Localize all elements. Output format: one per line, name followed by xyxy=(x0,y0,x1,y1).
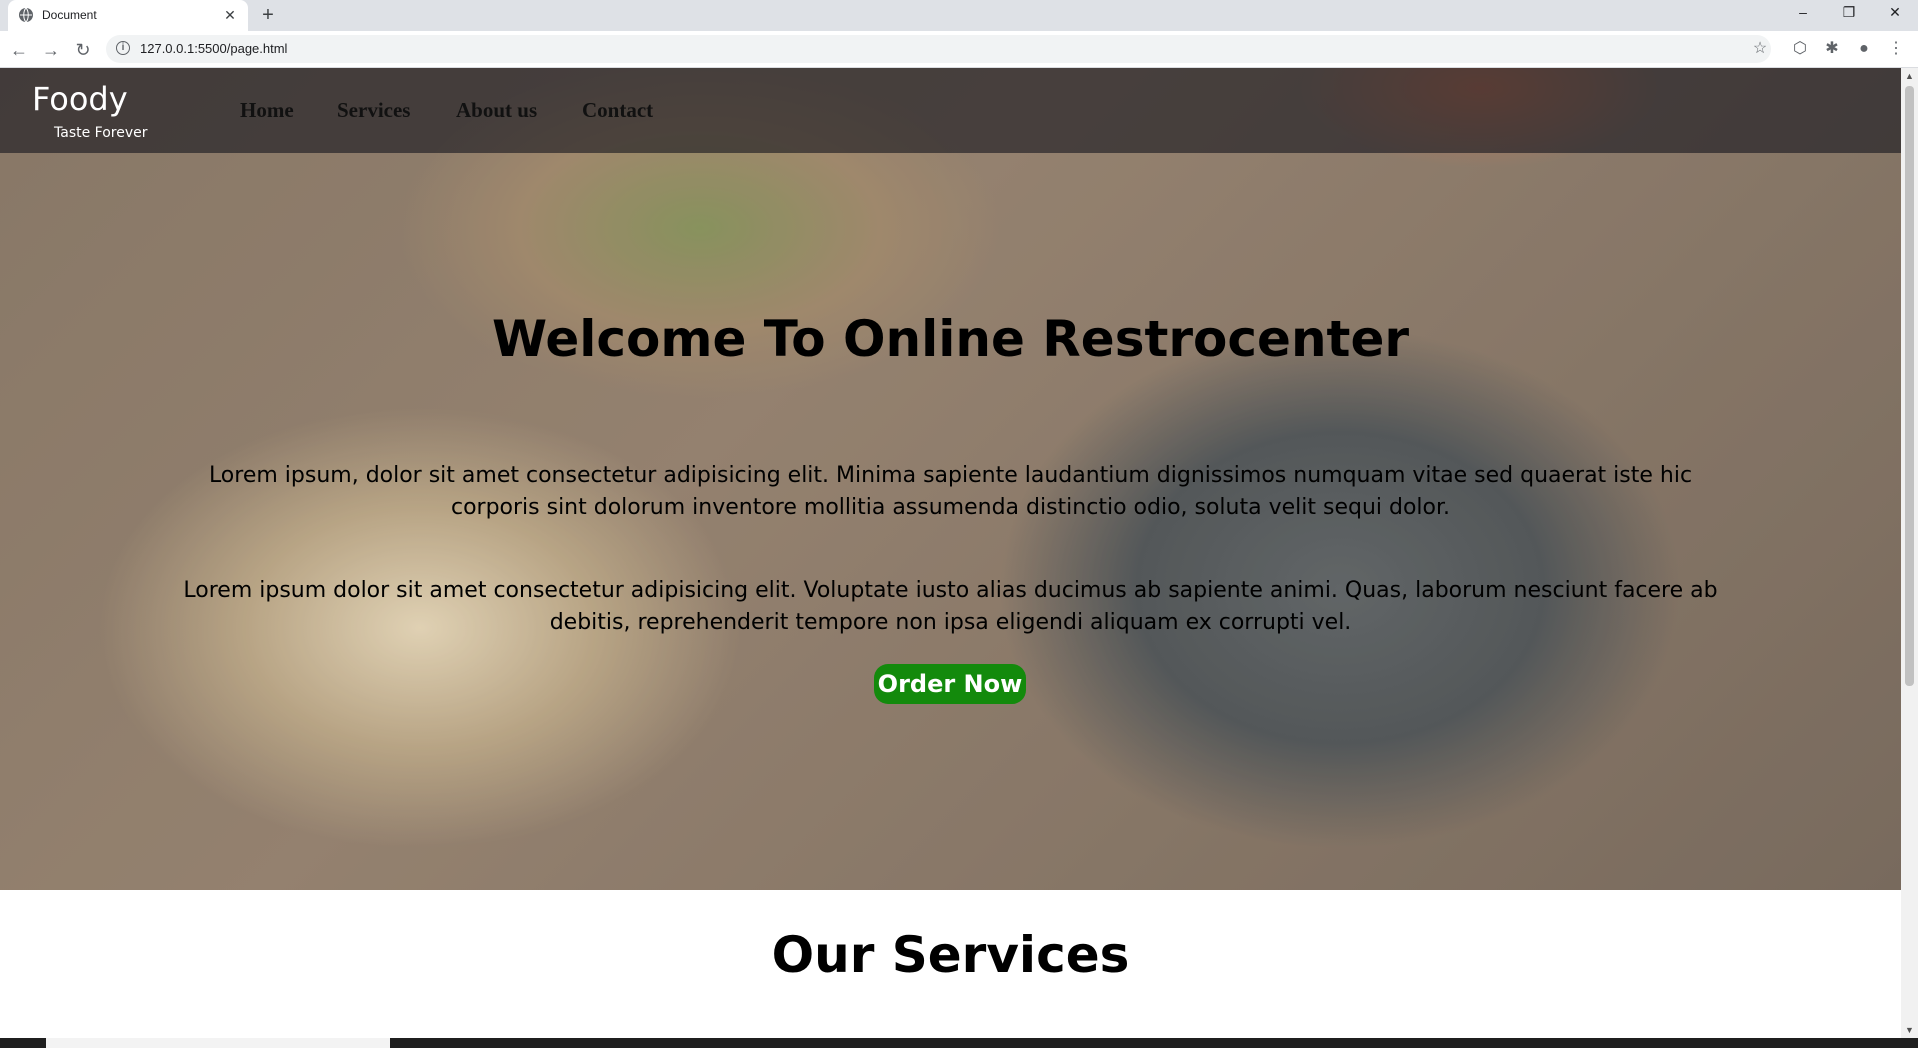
back-icon[interactable]: ← xyxy=(6,37,32,63)
hero-paragraph: Lorem ipsum dolor sit amet consectetur a… xyxy=(183,578,1718,635)
page-scrollbar[interactable]: ▲ ▼ xyxy=(1901,68,1918,1038)
site-logo[interactable]: Foody xyxy=(32,80,128,118)
extension-shield-icon[interactable]: ⬡ xyxy=(1788,37,1812,61)
taskbar-search-box[interactable] xyxy=(46,1038,390,1048)
page-viewport: Foody Taste Forever Home Services About … xyxy=(0,68,1901,1038)
new-tab-button[interactable]: + xyxy=(258,5,278,25)
extensions-puzzle-icon[interactable]: ✱ xyxy=(1820,37,1844,61)
scroll-up-icon[interactable]: ▲ xyxy=(1901,68,1918,84)
url-text: 127.0.0.1:5500/page.html xyxy=(140,41,288,56)
tab-title: Document xyxy=(42,8,97,22)
nav-link-home[interactable]: Home xyxy=(240,98,294,123)
reload-icon[interactable]: ↻ xyxy=(70,37,96,63)
nav-link-about[interactable]: About us xyxy=(456,98,537,123)
os-taskbar xyxy=(0,1038,1918,1048)
site-navbar: Foody Taste Forever Home Services About … xyxy=(0,68,1901,153)
site-tagline: Taste Forever xyxy=(54,125,148,141)
services-heading: Our Services xyxy=(771,926,1130,984)
forward-icon[interactable]: → xyxy=(38,37,64,63)
browser-tab[interactable]: Document ✕ xyxy=(8,0,248,31)
close-window-button[interactable]: ✕ xyxy=(1872,0,1918,26)
hero-title: Welcome To Online Restrocenter xyxy=(491,310,1410,368)
nav-link-services[interactable]: Services xyxy=(337,98,410,123)
profile-avatar-icon[interactable]: ● xyxy=(1852,37,1876,61)
order-now-button[interactable]: Order Now xyxy=(874,664,1026,704)
bookmark-star-icon[interactable]: ☆ xyxy=(1748,37,1772,61)
nav-link-contact[interactable]: Contact xyxy=(582,98,653,123)
hero-paragraph: Lorem ipsum, dolor sit amet consectetur … xyxy=(208,463,1693,520)
close-tab-icon[interactable]: ✕ xyxy=(222,7,238,23)
scrollbar-thumb[interactable] xyxy=(1905,86,1914,686)
minimize-button[interactable]: – xyxy=(1780,0,1826,26)
hero-section: Foody Taste Forever Home Services About … xyxy=(0,68,1901,890)
browser-tabstrip: Document ✕ + – ❐ ✕ xyxy=(0,0,1918,31)
browser-toolbar: ← → ↻ i 127.0.0.1:5500/page.html ☆ ⬡ ✱ ●… xyxy=(0,31,1918,68)
menu-kebab-icon[interactable]: ⋮ xyxy=(1884,37,1908,61)
scroll-down-icon[interactable]: ▼ xyxy=(1901,1022,1918,1038)
site-info-icon[interactable]: i xyxy=(116,41,130,55)
address-bar[interactable]: i 127.0.0.1:5500/page.html xyxy=(106,35,1771,63)
restore-button[interactable]: ❐ xyxy=(1826,0,1872,26)
globe-icon xyxy=(18,7,34,23)
